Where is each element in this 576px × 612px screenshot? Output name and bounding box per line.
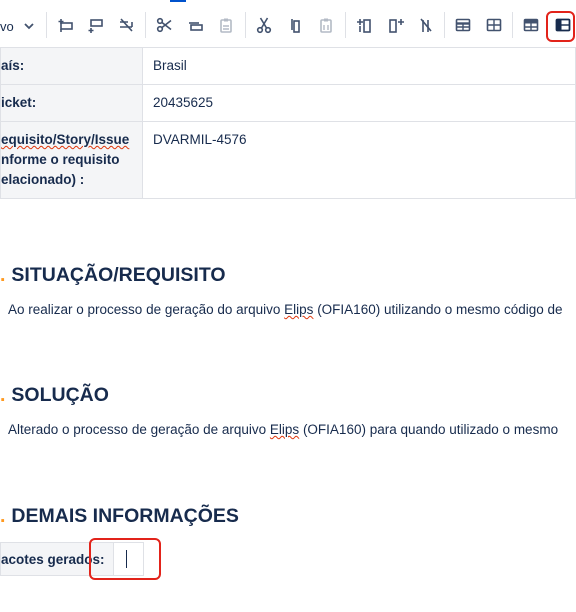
requisito-label-line-1: equisito/Story/Issue	[1, 132, 130, 147]
section-text-solucao[interactable]: Alterado o processo de geração de arquiv…	[8, 422, 558, 437]
spellcheck-word: Elips	[284, 302, 314, 317]
table-cell-properties-icon[interactable]	[519, 12, 543, 38]
table-row: equisito/Story/Issue nforme o requisito …	[0, 121, 576, 199]
section-title-text: SOLUÇÃO	[11, 384, 109, 406]
copy-row-icon[interactable]	[183, 12, 207, 38]
section-heading-demais: . DEMAIS INFORMAÇÕES	[0, 505, 239, 528]
section-heading-situacao: . SITUAÇÃO/REQUISITO	[0, 264, 226, 287]
requisito-label-line-2: nforme o requisito	[1, 152, 120, 167]
highlight-box	[89, 538, 161, 580]
section-title-text: SITUAÇÃO/REQUISITO	[11, 264, 226, 286]
section-number: .	[0, 264, 6, 286]
chevron-down-icon	[24, 23, 34, 30]
copy-column-icon[interactable]	[283, 12, 307, 38]
section-heading-solucao: . SOLUÇÃO	[0, 384, 109, 407]
table-row: aís: Brasil	[0, 47, 576, 85]
delete-column-icon[interactable]	[414, 12, 438, 38]
section-text-situacao[interactable]: Ao realizar o processo de geração do arq…	[8, 302, 563, 317]
toolbar-divider	[145, 12, 146, 38]
insert-column-before-icon[interactable]	[353, 12, 377, 38]
toolbar-divider	[444, 12, 445, 38]
table-row: icket: 20435625	[0, 84, 576, 122]
table-toolbar: vo	[0, 0, 576, 50]
toolbar-divider	[46, 12, 47, 38]
insert-row-after-icon[interactable]	[84, 12, 108, 38]
row-value-pais[interactable]: Brasil	[142, 47, 576, 85]
active-indicator	[170, 0, 186, 2]
row-label-ticket: icket:	[0, 84, 143, 122]
delete-row-icon[interactable]	[114, 12, 138, 38]
info-table: aís: Brasil icket: 20435625 equisito/Sto…	[0, 47, 576, 199]
paste-row-icon[interactable]	[214, 12, 238, 38]
text-style-select[interactable]: vo	[0, 14, 35, 38]
row-value-ticket[interactable]: 20435625	[142, 84, 576, 122]
highlight-box	[546, 11, 575, 42]
section-title-text: DEMAIS INFORMAÇÕES	[11, 505, 239, 527]
toolbar-divider	[345, 12, 346, 38]
cut-column-icon[interactable]	[252, 12, 276, 38]
insert-row-before-icon[interactable]	[54, 12, 78, 38]
section-number: .	[0, 505, 6, 527]
row-value-requisito[interactable]: DVARMIL-4576	[142, 121, 576, 199]
requisito-label-line-3: elacionado) :	[1, 172, 85, 187]
text-style-value: vo	[0, 18, 14, 34]
cut-icon[interactable]	[152, 12, 176, 38]
table-header-row-icon[interactable]	[451, 12, 475, 38]
table-header-col-icon[interactable]	[482, 12, 506, 38]
row-label-requisito: equisito/Story/Issue nforme o requisito …	[0, 121, 143, 199]
toolbar-divider	[245, 12, 246, 38]
paste-column-icon[interactable]	[314, 12, 338, 38]
row-label-pais: aís:	[0, 47, 143, 85]
insert-column-after-icon[interactable]	[384, 12, 408, 38]
toolbar-divider	[512, 12, 513, 38]
spellcheck-word: Elips	[269, 422, 300, 437]
section-number: .	[0, 384, 6, 406]
